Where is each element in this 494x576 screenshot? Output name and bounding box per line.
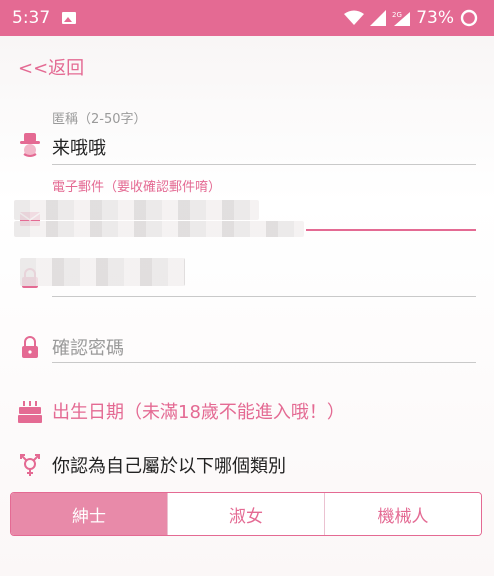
email-focus-underline	[306, 229, 476, 231]
confirm-password-field[interactable]: 確認密碼	[18, 334, 478, 360]
password-underline	[52, 296, 476, 297]
status-bar: 5:37 2G 73%	[0, 0, 494, 36]
svg-text:2G: 2G	[392, 11, 402, 19]
gender-symbol-icon	[18, 453, 42, 477]
gentleman-avatar-icon	[18, 133, 42, 159]
nickname-row[interactable]: 来哦哦	[18, 133, 478, 160]
nickname-label: 匿稱（2-50字）	[52, 112, 147, 127]
birthday-field[interactable]: 出生日期（未滿18歲不能進入哦！）	[18, 398, 478, 424]
password-value-redacted	[20, 258, 185, 286]
confirm-password-placeholder: 確認密碼	[52, 338, 124, 359]
status-time: 5:37	[12, 8, 51, 28]
category-row: 你認為自己屬於以下哪個類別	[18, 452, 478, 478]
battery-ring-icon	[460, 9, 478, 27]
nickname-input[interactable]: 来哦哦	[52, 134, 106, 160]
battery-percent: 73%	[416, 8, 454, 28]
image-notification-icon	[62, 12, 77, 24]
category-option-robot[interactable]: 機械人	[324, 493, 481, 535]
confirm-password-underline	[52, 362, 476, 363]
signal-icon	[370, 10, 387, 26]
email-value-redacted	[14, 200, 259, 220]
email-label: 電子郵件（要收確認郵件唷）	[52, 180, 222, 195]
back-link[interactable]: <<返回	[18, 54, 84, 80]
category-segmented-control: 紳士 淑女 機械人	[10, 492, 482, 536]
category-option-lady[interactable]: 淑女	[167, 493, 324, 535]
email-value-redacted-2	[14, 221, 304, 237]
cake-icon	[18, 399, 42, 423]
signal-2g-icon: 2G	[392, 11, 411, 26]
category-prompt: 你認為自己屬於以下哪個類別	[52, 456, 286, 477]
wifi-icon	[344, 10, 365, 25]
category-option-gentleman[interactable]: 紳士	[11, 493, 167, 535]
nickname-underline	[52, 164, 476, 165]
lock-icon	[18, 335, 42, 359]
birthday-label[interactable]: 出生日期（未滿18歲不能進入哦！）	[52, 398, 345, 424]
